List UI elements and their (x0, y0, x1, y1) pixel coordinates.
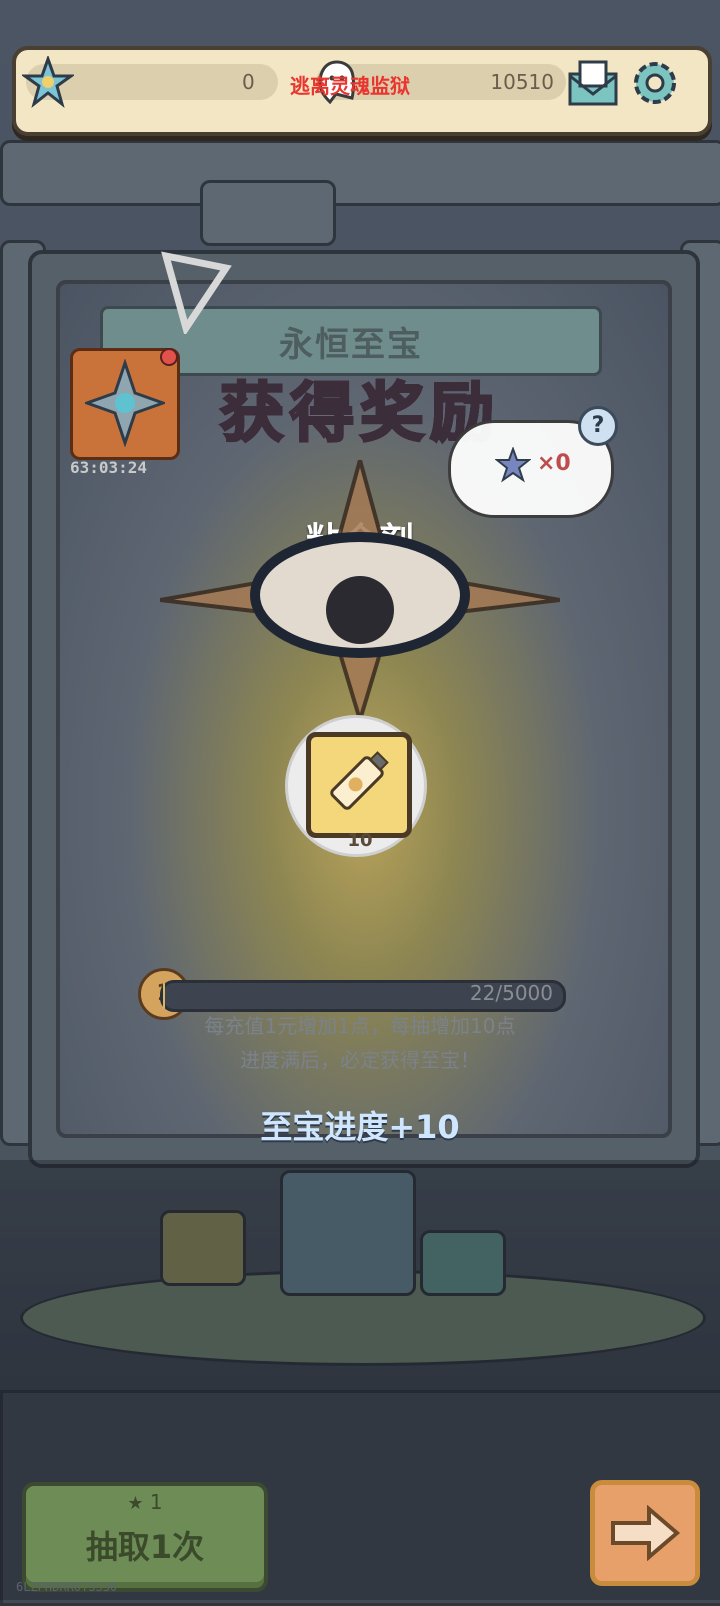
reward-item-card[interactable] (306, 732, 412, 838)
progress-fill (163, 983, 165, 1009)
triangle-emblem-icon (161, 251, 232, 334)
settings-button[interactable] (628, 56, 682, 110)
bonus-progress-text: 至宝进度+10 (260, 1108, 460, 1146)
app-title-overlay: 逃离灵魂监狱 (290, 74, 410, 98)
next-button[interactable] (590, 1480, 700, 1586)
star-icon: ★ (127, 1493, 144, 1514)
ghost-count: 10510 (490, 70, 554, 94)
draw-once-button[interactable]: ★ 1 抽取1次 (22, 1482, 268, 1592)
star-count: 0 (242, 70, 255, 94)
arrow-right-icon (611, 1505, 681, 1561)
treasure-progress-bar: 22/5000 (160, 980, 566, 1012)
gear-icon (634, 62, 676, 104)
draw-cost-value: 1 (149, 1490, 163, 1514)
mail-envelope-icon (568, 60, 618, 106)
event-timer: 63:03:24 (70, 458, 148, 477)
help-icon[interactable]: ? (578, 406, 618, 446)
progress-text: 22/5000 (469, 981, 553, 1005)
progress-note-line2: 进度满后，必定获得至宝！ (240, 1048, 480, 1072)
progress-note-line1: 每充值1元增加1点，每抽增加10点 (204, 1014, 516, 1038)
footer-code: 6LZPHDRROT3S30 (16, 1580, 118, 1594)
top-pipe (0, 140, 720, 206)
draw-cost: ★ 1 (26, 1490, 264, 1514)
eye-altar-icon (160, 460, 560, 720)
pipe-panel (200, 180, 336, 246)
glue-tube-icon (330, 751, 389, 810)
item-quantity: 10 (347, 830, 373, 851)
star-icon (22, 56, 74, 108)
mail-button[interactable] (566, 58, 620, 108)
star-currency-slot: 0 (22, 56, 278, 108)
draw-label: 抽取1次 (85, 1528, 205, 1566)
